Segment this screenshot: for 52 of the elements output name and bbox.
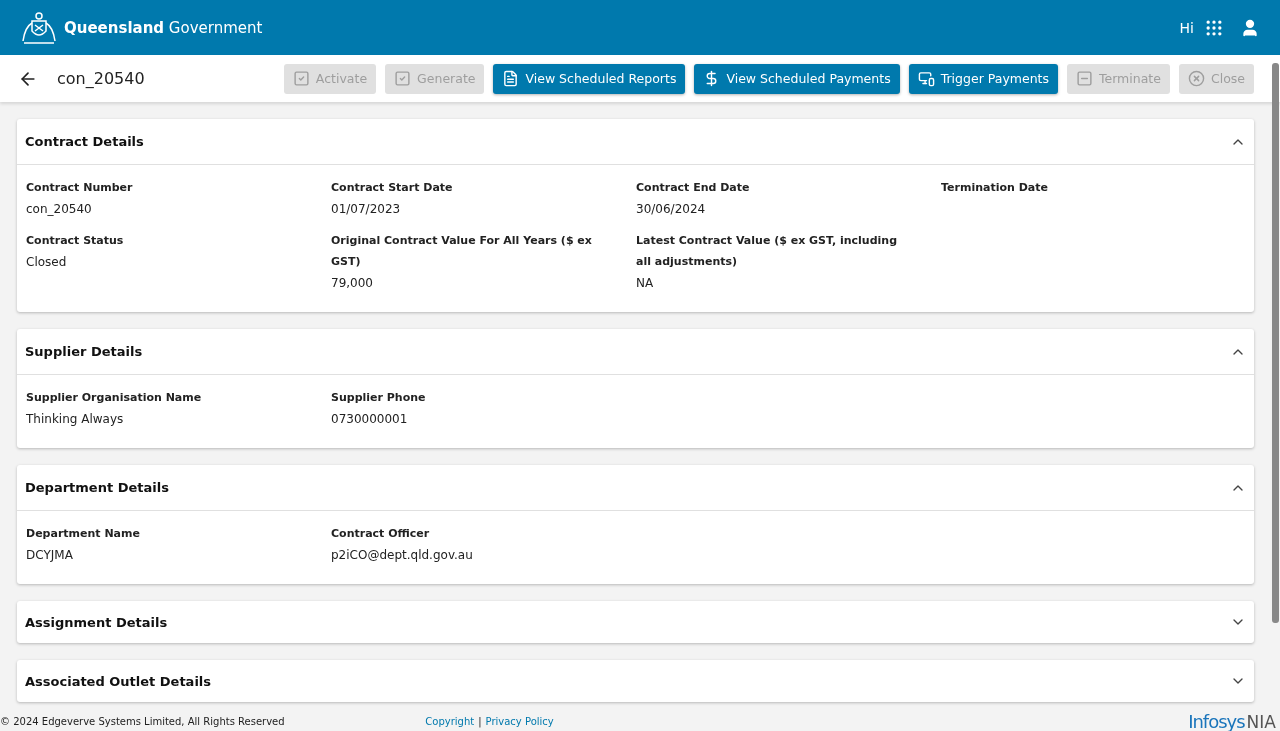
section-header[interactable]: Supplier Details <box>17 329 1254 375</box>
greeting: Hi <box>1179 19 1194 36</box>
section-header[interactable]: Assignment Details <box>17 601 1254 643</box>
logo-text: Infosys <box>1188 710 1245 731</box>
minus-icon <box>1076 70 1093 87</box>
toolbar-button[interactable]: View Scheduled Reports <box>493 63 686 94</box>
field-value: 79,000 <box>331 276 374 290</box>
field-value: Thinking Always <box>26 412 125 426</box>
toolbar-button[interactable]: View Scheduled Payments <box>694 63 900 94</box>
field-value: con_20540 <box>26 202 93 216</box>
field-label: Contract Start Date <box>331 180 454 196</box>
field-label: Department Name <box>26 526 141 542</box>
contract-id-title: con_20540 <box>57 69 145 88</box>
section-header[interactable]: Associated Outlet Details <box>17 660 1254 702</box>
field-label: Contract Number <box>26 180 134 196</box>
crest-logo-icon <box>20 10 58 45</box>
field-label: Contract Status <box>26 233 125 249</box>
copyright-text: © 2024 Edgeverve Systems Limited, All Rights Reserved <box>0 715 286 727</box>
section-header[interactable]: Contract Details <box>17 119 1254 165</box>
close-icon <box>1187 70 1205 87</box>
field-value: Closed <box>26 255 68 269</box>
link-separator: | <box>478 715 482 727</box>
footer-link[interactable]: Privacy Policy <box>485 715 554 727</box>
field-label: Contract Officer <box>331 526 431 542</box>
section-title: Contract Details <box>25 134 144 149</box>
field-label: Original Contract Value For All Years ($ ex GST) <box>331 233 593 270</box>
checkbox-icon <box>292 70 310 87</box>
field-value: p2iCO@dept.qld.gov.au <box>331 548 474 562</box>
checkbox-icon <box>394 70 412 87</box>
section-title: Supplier Details <box>25 344 143 359</box>
scrollbar-thumb[interactable] <box>1272 63 1279 623</box>
field-value: 0730000001 <box>331 412 409 426</box>
devices-icon <box>917 70 935 87</box>
document-icon <box>502 70 520 87</box>
field-label: Latest Contract Value ($ ex GST, including all adjustments) <box>636 233 899 270</box>
section-header[interactable]: Department Details <box>17 465 1254 511</box>
footer-link[interactable]: Copyright <box>425 715 475 727</box>
section-title: Department Details <box>25 480 169 495</box>
brand-name: Queensland Government <box>64 18 263 37</box>
section-title: Associated Outlet Details <box>25 673 212 689</box>
section-title: Assignment Details <box>25 614 168 630</box>
field-value: NA <box>636 276 655 290</box>
field-value: 01/07/2023 <box>331 202 402 216</box>
field-label: Supplier Organisation Name <box>26 390 203 406</box>
field-value: 30/06/2024 <box>636 202 707 216</box>
field-label: Termination Date <box>941 180 1049 196</box>
toolbar-button[interactable]: Trigger Payments <box>908 63 1058 94</box>
field-label: Supplier Phone <box>331 390 427 406</box>
user-icon[interactable] <box>1240 17 1260 38</box>
logo-text: NIA <box>1246 711 1276 731</box>
field-value: DCYJMA <box>26 548 74 562</box>
field-label: Contract End Date <box>636 180 751 196</box>
